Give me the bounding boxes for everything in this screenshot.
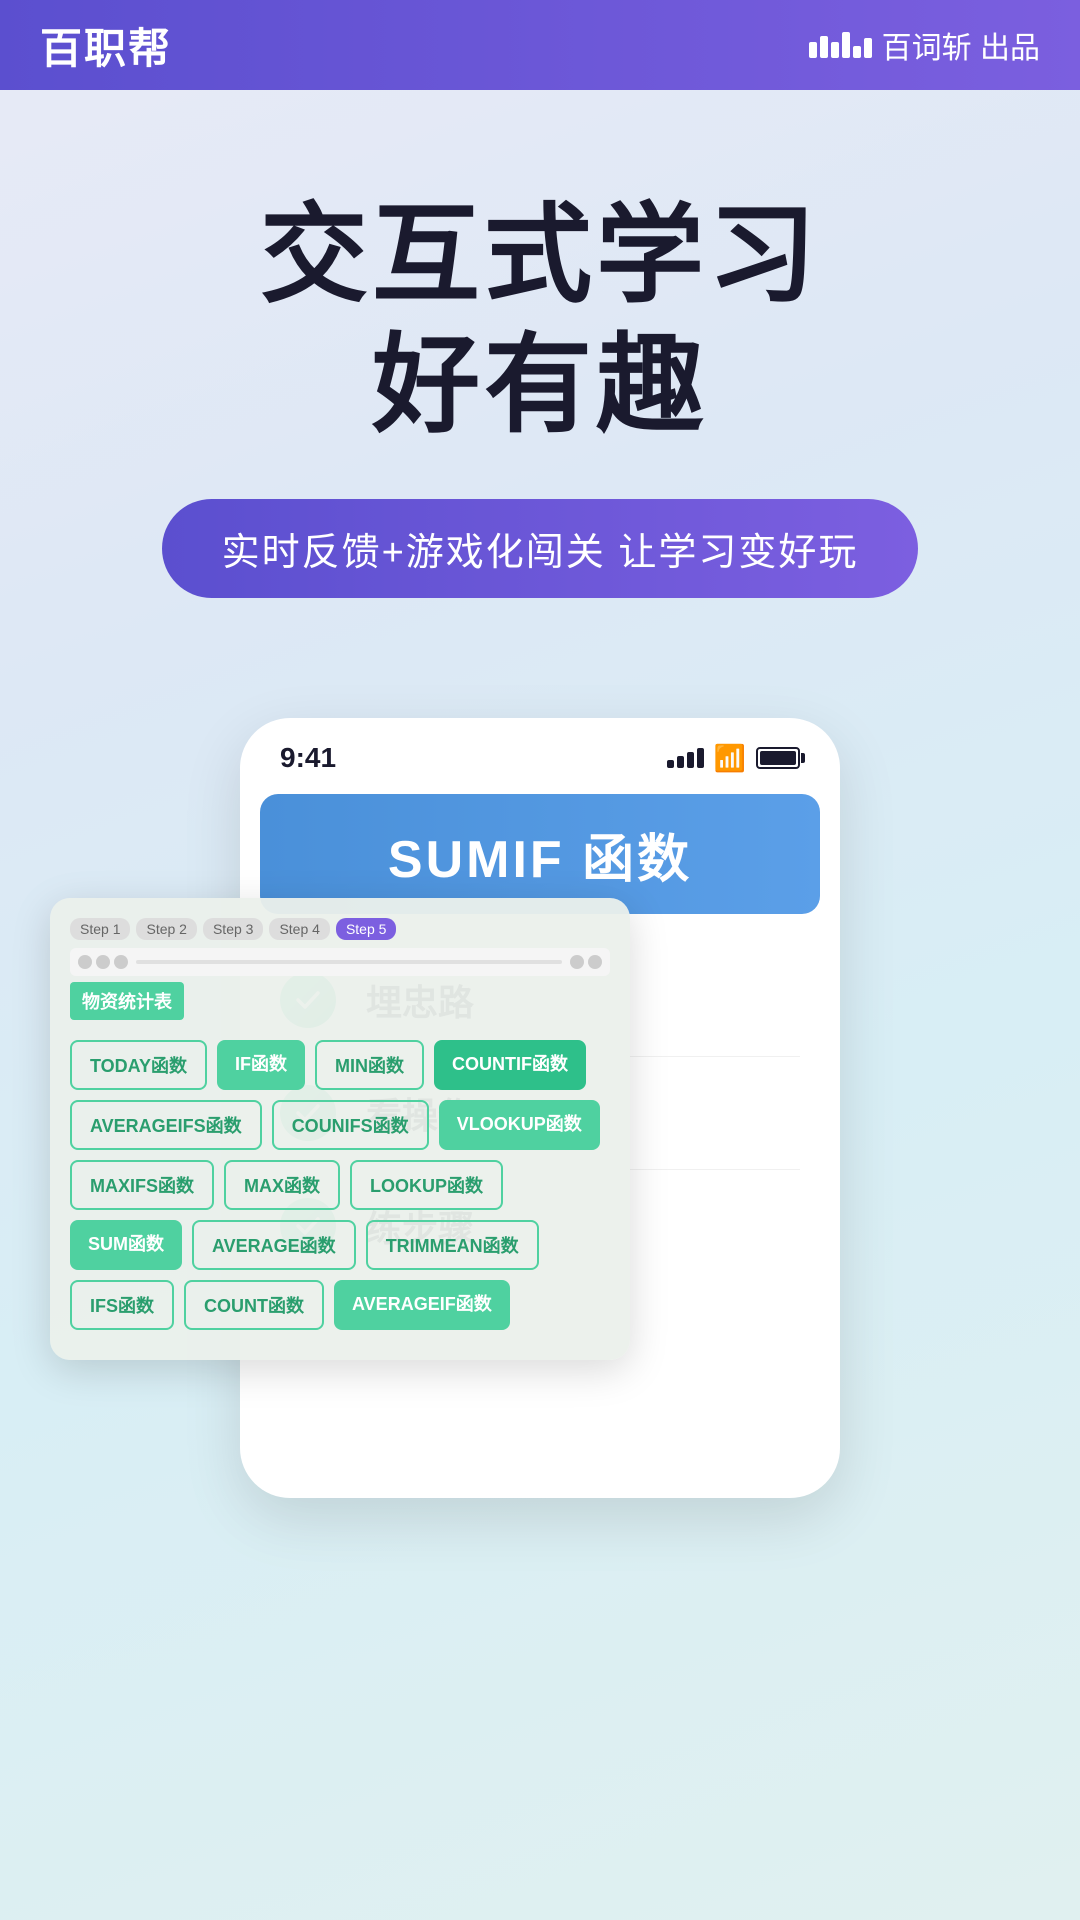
tag-count: COUNT函数: [184, 1280, 324, 1330]
wifi-icon: 📶: [714, 743, 746, 774]
hero-subtitle-pill: 实时反馈+游戏化闯关 让学习变好玩: [162, 499, 919, 598]
tag-trimmean: TRIMMEAN函数: [366, 1220, 539, 1270]
brand-icon: [809, 32, 872, 58]
step-3: Step 3: [203, 918, 263, 940]
visual-area: 9:41 📶 SUMIF 函数: [0, 718, 1080, 1498]
tag-min: MIN函数: [315, 1040, 424, 1090]
app-header: 百职帮 百词斩 出品: [0, 0, 1080, 90]
time-display: 9:41: [280, 742, 336, 774]
tag-lookup: LOOKUP函数: [350, 1160, 503, 1210]
tag-counifs: COUNIFS函数: [272, 1100, 429, 1150]
step-4: Step 4: [269, 918, 329, 940]
tag-maxifs: MAXIFS函数: [70, 1160, 214, 1210]
step-pills: Step 1 Step 2 Step 3 Step 4 Step 5: [70, 918, 610, 940]
step-5: Step 5: [336, 918, 396, 940]
tag-sum: SUM函数: [70, 1220, 182, 1270]
tag-today: TODAY函数: [70, 1040, 207, 1090]
tag-average: AVERAGE函数: [192, 1220, 356, 1270]
tag-cloud-card: Step 1 Step 2 Step 3 Step 4 Step 5 物资统计表…: [50, 898, 630, 1360]
status-bar: 9:41 📶: [240, 718, 840, 784]
brand-label: 百词斩 出品: [882, 23, 1040, 67]
hero-section: 交互式学习 好有趣 实时反馈+游戏化闯关 让学习变好玩: [0, 90, 1080, 658]
spreadsheet-title: 物资统计表: [70, 982, 184, 1020]
brand-section: 百词斩 出品: [809, 23, 1040, 67]
step-2: Step 2: [136, 918, 196, 940]
tag-averageif: AVERAGEIF函数: [334, 1280, 510, 1330]
battery-icon: [756, 747, 800, 769]
hero-title: 交互式学习 好有趣: [60, 190, 1020, 449]
step-1: Step 1: [70, 918, 130, 940]
tag-countif: COUNTIF函数: [434, 1040, 586, 1090]
function-tags-container: TODAY函数 IF函数 MIN函数 COUNTIF函数 AVERAGEIFS函…: [70, 1030, 610, 1340]
tag-vlookup: VLOOKUP函数: [439, 1100, 600, 1150]
status-icons: 📶: [667, 743, 800, 774]
sumif-label: SUMIF 函数: [388, 817, 692, 892]
tag-averageifs: AVERAGEIFS函数: [70, 1100, 262, 1150]
app-logo: 百职帮: [40, 15, 172, 76]
tag-if: IF函数: [217, 1040, 305, 1090]
tag-ifs: IFS函数: [70, 1280, 174, 1330]
mini-toolbar: [70, 948, 610, 976]
signal-icon: [667, 748, 704, 768]
sumif-banner: SUMIF 函数: [260, 794, 820, 914]
tag-max: MAX函数: [224, 1160, 340, 1210]
